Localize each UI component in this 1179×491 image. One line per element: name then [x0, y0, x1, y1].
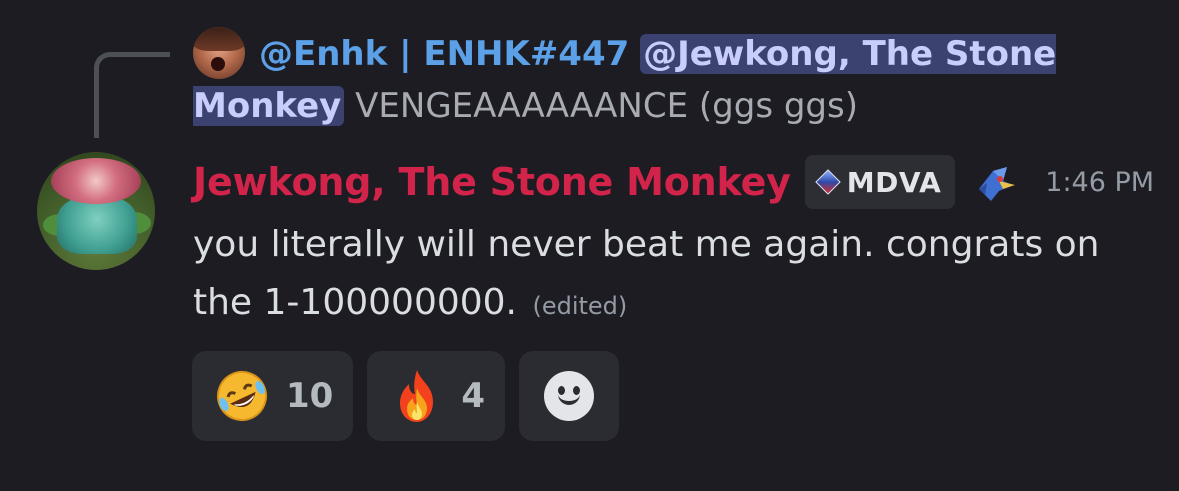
falco-icon[interactable]	[973, 159, 1019, 205]
edited-indicator: (edited)	[532, 292, 628, 320]
server-tag-label: MDVA	[846, 165, 942, 199]
rolling-on-floor-laughing-emoji	[212, 366, 272, 426]
reply-author-name[interactable]: @Enhk | ENHK#447	[259, 34, 629, 74]
author-avatar[interactable]	[37, 152, 155, 270]
author-name[interactable]: Jewkong, The Stone Monkey	[193, 160, 791, 204]
reaction-count: 4	[461, 376, 485, 416]
reaction-laughing[interactable]: 10	[192, 351, 354, 441]
reply-preview[interactable]: @Enhk | ENHK#447 @Jewkong, The Stone Mon…	[193, 28, 1073, 132]
timestamp[interactable]: 1:46 PM	[1045, 167, 1154, 198]
reply-connector	[94, 52, 170, 138]
smiley-add-reaction-icon	[544, 371, 594, 421]
message-header: Jewkong, The Stone Monkey MDVA 1:46 PM	[193, 152, 1154, 212]
diamond-icon	[815, 169, 841, 195]
reactions-bar: 10 4	[192, 351, 619, 441]
message-content: you literally will never beat me again. …	[193, 216, 1143, 335]
message-text: you literally will never beat me again. …	[193, 224, 1100, 323]
server-tag[interactable]: MDVA	[804, 155, 956, 209]
reply-text: VENGEAAAAAANCE (ggs ggs)	[355, 86, 858, 126]
reaction-fire[interactable]: 4	[367, 351, 505, 441]
fire-emoji	[387, 366, 447, 426]
reaction-count: 10	[286, 376, 334, 416]
add-reaction-button[interactable]	[519, 351, 619, 441]
